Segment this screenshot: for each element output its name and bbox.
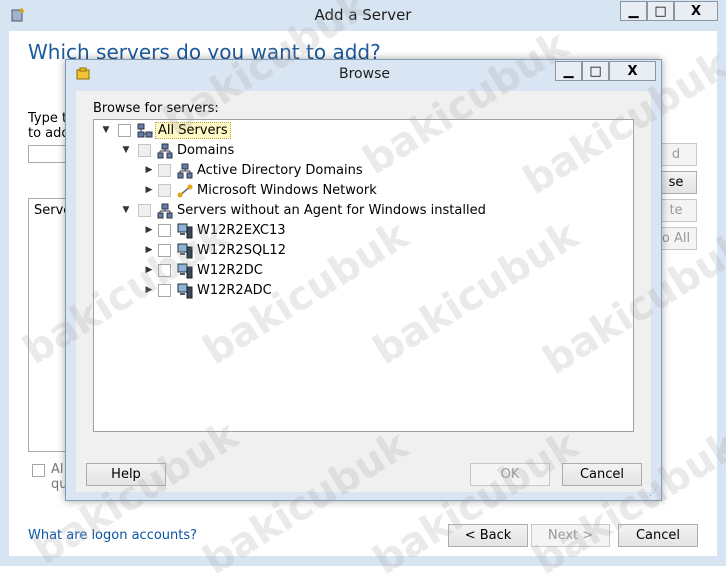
tree-checkbox[interactable] — [158, 164, 171, 177]
tree-checkbox[interactable] — [158, 284, 171, 297]
windows-network-icon — [177, 184, 193, 198]
tree-checkbox[interactable] — [158, 184, 171, 197]
tree-checkbox[interactable] — [118, 124, 131, 137]
browse-cancel-button[interactable]: Cancel — [562, 463, 642, 486]
collapse-icon[interactable]: ▼ — [121, 145, 131, 155]
type-label-2: to add — [28, 126, 70, 141]
tree-label-server: W12R2ADC — [197, 283, 272, 298]
help-button[interactable]: Help — [86, 463, 166, 486]
tree-checkbox[interactable] — [158, 244, 171, 257]
tree-node-no-agent[interactable]: ▼ Servers without an Agent for Windows i… — [94, 201, 633, 221]
expand-icon[interactable]: ▶ — [144, 225, 154, 235]
tree-label-server: W12R2DC — [197, 263, 263, 278]
server-computer-icon — [177, 243, 193, 259]
server-computer-icon — [177, 223, 193, 239]
server-computer-icon — [177, 263, 193, 279]
ok-button[interactable]: OK — [470, 463, 550, 486]
tree-label-ms-network: Microsoft Windows Network — [197, 183, 377, 198]
browse-minimize-button[interactable]: ▁ — [555, 61, 582, 81]
auto-query-label-1: Al — [51, 462, 64, 477]
tree-label-server: W12R2SQL12 — [197, 243, 286, 258]
browse-prompt: Browse for servers: — [93, 101, 219, 116]
tree-node-ad-domains[interactable]: ▶ Active Directory Domains — [94, 161, 633, 181]
expand-icon[interactable]: ▶ — [144, 165, 154, 175]
server-tree[interactable]: ▼ All Servers ▼ Domains ▶ Active Directo… — [93, 119, 634, 432]
expand-icon[interactable]: ▶ — [144, 265, 154, 275]
tree-label-no-agent: Servers without an Agent for Windows ins… — [177, 203, 486, 218]
tree-label-server: W12R2EXC13 — [197, 223, 286, 238]
collapse-icon[interactable]: ▼ — [101, 125, 111, 135]
expand-icon[interactable]: ▶ — [144, 185, 154, 195]
close-button[interactable]: X — [674, 1, 718, 21]
tree-checkbox[interactable] — [138, 204, 151, 217]
tree-node-ms-network[interactable]: ▶ Microsoft Windows Network — [94, 181, 633, 201]
browse-dialog: Browse ▁ □ X Browse for servers: ▼ All S… — [65, 59, 662, 501]
next-button[interactable]: Next > — [531, 524, 610, 547]
expand-icon[interactable]: ▶ — [144, 245, 154, 255]
logon-accounts-link[interactable]: What are logon accounts? — [28, 528, 197, 543]
tree-node-all-servers[interactable]: ▼ All Servers — [94, 121, 633, 141]
server-name-input[interactable] — [28, 145, 68, 163]
tree-label-domains: Domains — [177, 143, 235, 158]
tree-node-server[interactable]: ▶ W12R2ADC — [94, 281, 633, 301]
tree-node-server[interactable]: ▶ W12R2SQL12 — [94, 241, 633, 261]
collapse-icon[interactable]: ▼ — [121, 205, 131, 215]
maximize-button[interactable]: □ — [647, 1, 674, 21]
tree-label-ad-domains: Active Directory Domains — [197, 163, 363, 178]
expand-icon[interactable]: ▶ — [144, 285, 154, 295]
network-icon — [157, 143, 173, 159]
minimize-button[interactable]: ▁ — [620, 1, 647, 21]
resize-grip-icon[interactable]: ⋰ — [649, 488, 659, 498]
server-group-icon — [137, 123, 153, 138]
tree-checkbox[interactable] — [158, 224, 171, 237]
server-list[interactable]: Server — [28, 198, 77, 452]
browse-close-button[interactable]: X — [609, 61, 656, 81]
tree-label-all-servers: All Servers — [155, 122, 231, 139]
back-button[interactable]: < Back — [448, 524, 528, 547]
window-title: Add a Server — [314, 6, 412, 24]
network-icon — [177, 163, 193, 179]
tree-node-domains[interactable]: ▼ Domains — [94, 141, 633, 161]
browse-title-bar: Browse ▁ □ X — [66, 60, 663, 90]
network-icon — [157, 203, 173, 219]
server-computer-icon — [177, 283, 193, 299]
wizard-cancel-button[interactable]: Cancel — [618, 524, 698, 547]
title-bar: Add a Server ▁ □ X — [0, 0, 726, 30]
tree-checkbox[interactable] — [138, 144, 151, 157]
type-label-1: Type t — [28, 111, 68, 126]
browse-maximize-button[interactable]: □ — [582, 61, 609, 81]
tree-node-server[interactable]: ▶ W12R2DC — [94, 261, 633, 281]
tree-checkbox[interactable] — [158, 264, 171, 277]
auto-query-checkbox[interactable] — [32, 464, 45, 477]
tree-node-server[interactable]: ▶ W12R2EXC13 — [94, 221, 633, 241]
